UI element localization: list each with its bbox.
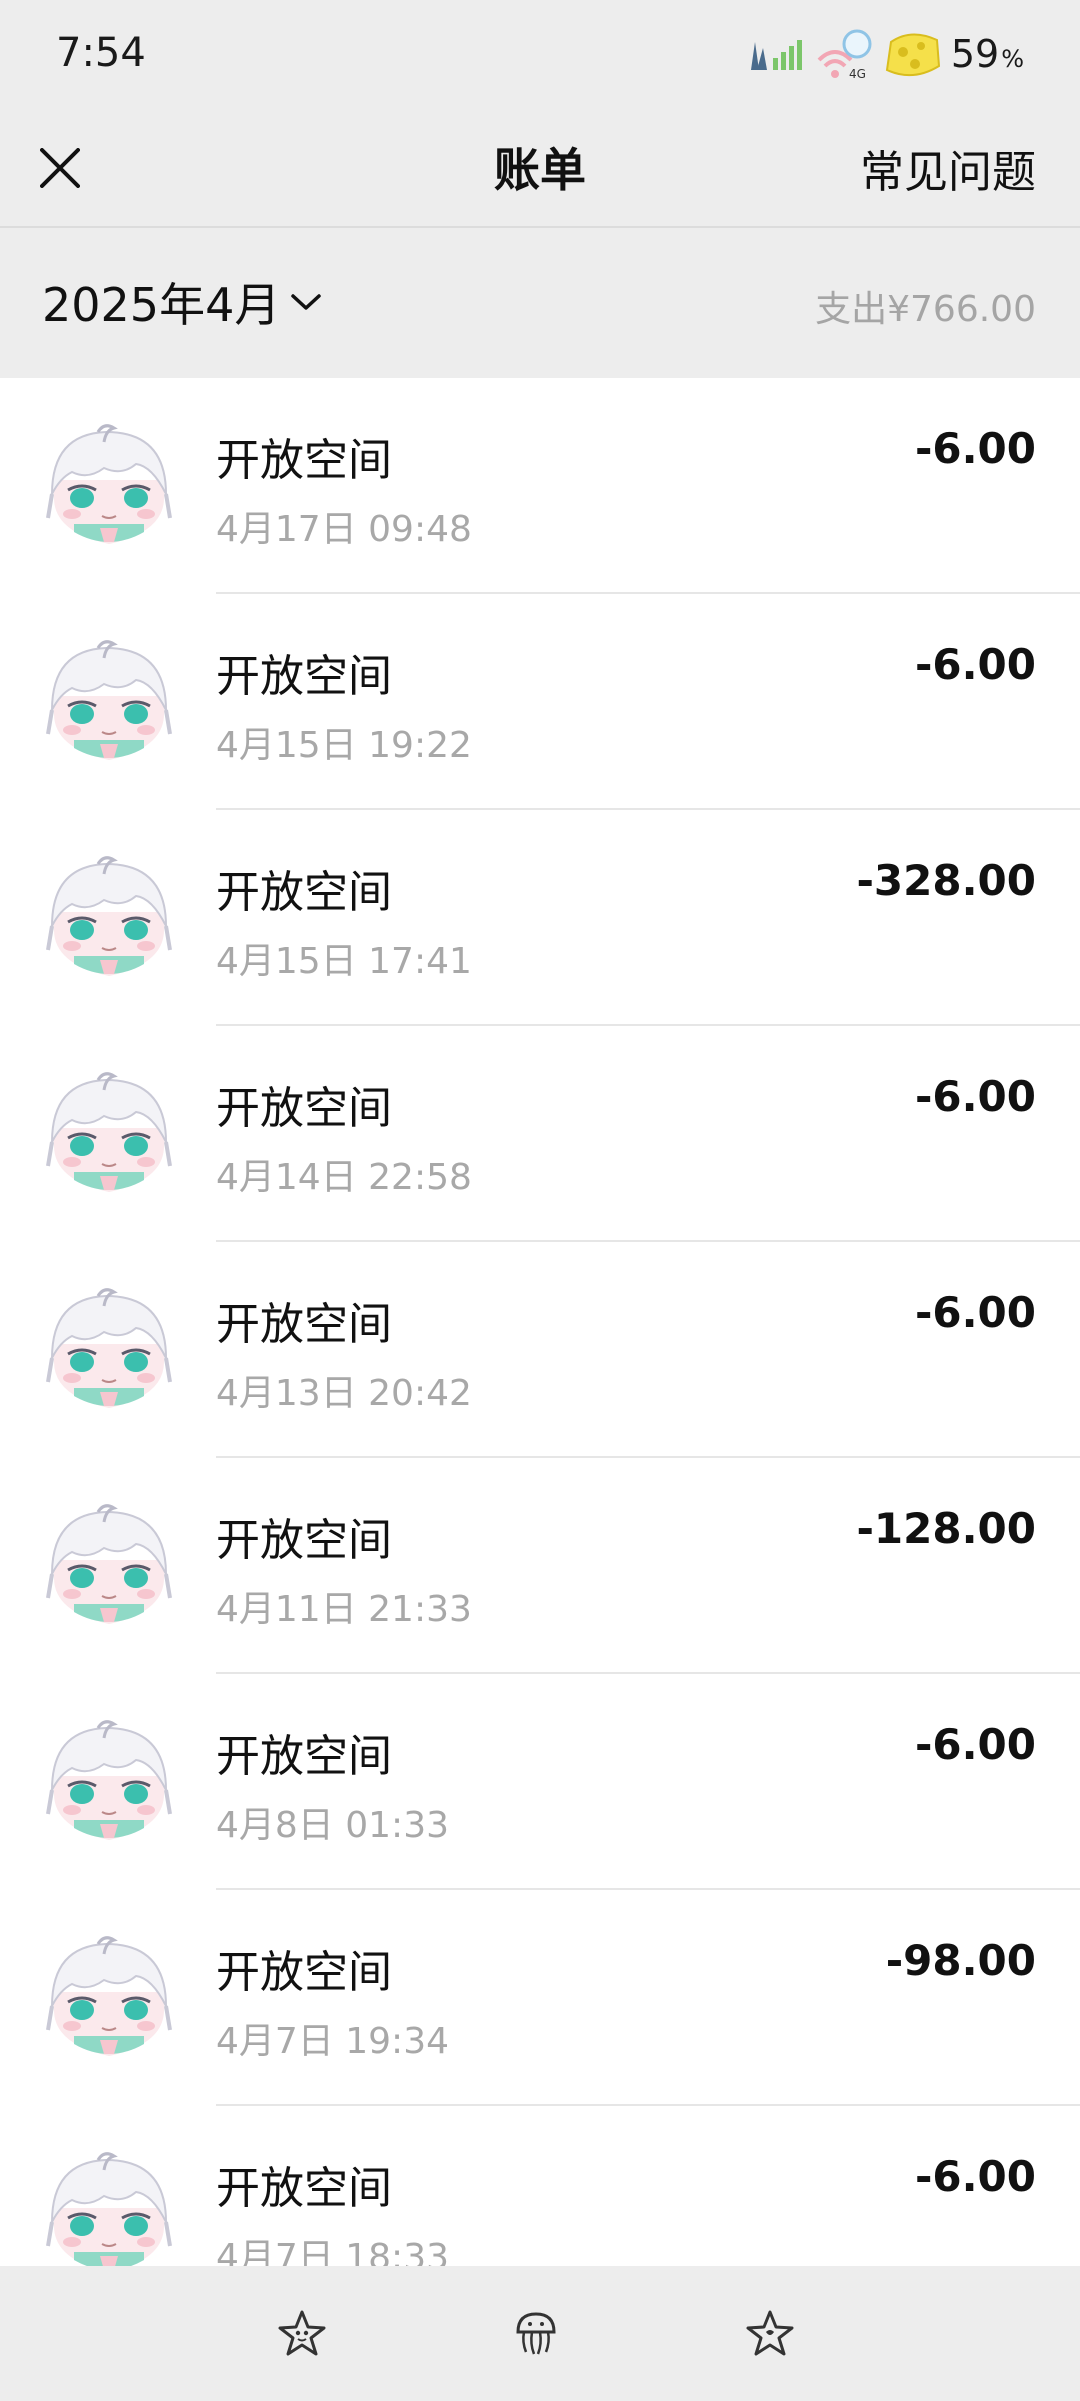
faq-link[interactable]: 常见问题 <box>860 136 1036 200</box>
merchant-name: 开放空间 <box>216 1947 392 1998</box>
transaction-amount: -6.00 <box>914 640 1036 689</box>
merchant-name: 开放空间 <box>216 435 392 486</box>
transaction-time: 4月15日 17:41 <box>216 941 472 982</box>
merchant-name: 开放空间 <box>216 1299 392 1350</box>
anime-avatar-image <box>45 1285 173 1413</box>
transaction-row[interactable]: 开放空间 4月8日 01:33 -6.00 <box>0 1674 1080 1890</box>
transaction-time: 4月8日 01:33 <box>216 1805 449 1846</box>
anime-avatar-image <box>45 853 173 981</box>
transaction-row[interactable]: 开放空间 4月15日 17:41 -328.00 <box>0 810 1080 1026</box>
transaction-time: 4月7日 19:34 <box>216 2021 449 2062</box>
transaction-amount: -98.00 <box>885 1936 1036 1985</box>
tab-star[interactable] <box>740 2304 800 2364</box>
star-face-icon <box>278 2310 326 2356</box>
transaction-row[interactable]: 开放空间 4月7日 18:33 -6.00 <box>0 2106 1080 2266</box>
signal-icon <box>750 40 802 70</box>
battery-unit: % <box>1001 45 1024 73</box>
tab-star-face[interactable] <box>272 2304 332 2364</box>
transaction-time: 4月11日 21:33 <box>216 1589 472 1630</box>
expense-summary: 支出¥766.00 <box>815 289 1036 330</box>
battery-cheese-icon <box>885 33 940 77</box>
anime-avatar-image <box>45 421 173 549</box>
transaction-row[interactable]: 开放空间 4月14日 22:58 -6.00 <box>0 1026 1080 1242</box>
transaction-amount: -6.00 <box>914 424 1036 473</box>
transaction-amount: -6.00 <box>914 1072 1036 1121</box>
transaction-time: 4月7日 18:33 <box>216 2237 449 2266</box>
transaction-time: 4月15日 19:22 <box>216 725 472 766</box>
anime-avatar-image <box>45 2149 173 2266</box>
transaction-row[interactable]: 开放空间 4月7日 19:34 -98.00 <box>0 1890 1080 2106</box>
anime-avatar-image <box>45 637 173 765</box>
month-label: 2025年4月 <box>42 278 281 332</box>
merchant-name: 开放空间 <box>216 1083 392 1134</box>
battery-level: 59 <box>950 32 1000 76</box>
transaction-row[interactable]: 开放空间 4月13日 20:42 -6.00 <box>0 1242 1080 1458</box>
status-time: 7:54 <box>56 30 146 76</box>
star-icon <box>746 2310 794 2356</box>
anime-avatar-image <box>45 1069 173 1197</box>
transaction-amount: -6.00 <box>914 1720 1036 1769</box>
transaction-list[interactable]: 开放空间 4月17日 09:48 -6.00 开放空间 4月15日 19:22 … <box>0 378 1080 2266</box>
month-picker[interactable]: 2025年4月 <box>42 272 322 332</box>
transaction-time: 4月13日 20:42 <box>216 1373 472 1414</box>
merchant-name: 开放空间 <box>216 1731 392 1782</box>
merchant-name: 开放空间 <box>216 651 392 702</box>
merchant-avatar <box>44 2148 174 2266</box>
transaction-amount: -6.00 <box>914 1288 1036 1337</box>
anime-avatar-image <box>45 1933 173 2061</box>
svg-text:4G: 4G <box>849 67 866 81</box>
jellyfish-icon <box>516 2312 556 2355</box>
anime-avatar-image <box>45 1717 173 1845</box>
status-bar: 7:54 4G 59 % <box>0 0 1080 108</box>
transaction-row[interactable]: 开放空间 4月15日 19:22 -6.00 <box>0 594 1080 810</box>
merchant-avatar <box>44 1500 174 1630</box>
tab-jellyfish[interactable] <box>506 2304 566 2364</box>
merchant-avatar <box>44 420 174 550</box>
merchant-avatar <box>44 1068 174 1198</box>
transaction-time: 4月17日 09:48 <box>216 509 472 550</box>
merchant-avatar <box>44 1284 174 1414</box>
transaction-time: 4月14日 22:58 <box>216 1157 472 1198</box>
merchant-avatar <box>44 1932 174 2062</box>
merchant-avatar <box>44 852 174 982</box>
status-icons: 4G 59 % <box>745 24 1024 84</box>
transaction-amount: -6.00 <box>914 2152 1036 2201</box>
merchant-name: 开放空间 <box>216 867 392 918</box>
nav-bar: 账单 常见问题 <box>0 108 1080 228</box>
transaction-row[interactable]: 开放空间 4月17日 09:48 -6.00 <box>0 378 1080 594</box>
anime-avatar-image <box>45 1501 173 1629</box>
wifi-icon: 4G <box>817 29 872 81</box>
merchant-name: 开放空间 <box>216 2163 392 2214</box>
merchant-name: 开放空间 <box>216 1515 392 1566</box>
transaction-amount: -328.00 <box>856 856 1036 905</box>
chevron-down-icon <box>291 294 322 310</box>
merchant-avatar <box>44 636 174 766</box>
transaction-row[interactable]: 开放空间 4月11日 21:33 -128.00 <box>0 1458 1080 1674</box>
filter-bar: 2025年4月 支出¥766.00 <box>0 228 1080 378</box>
transaction-amount: -128.00 <box>856 1504 1036 1553</box>
merchant-avatar <box>44 1716 174 1846</box>
tab-bar <box>0 2266 1080 2401</box>
